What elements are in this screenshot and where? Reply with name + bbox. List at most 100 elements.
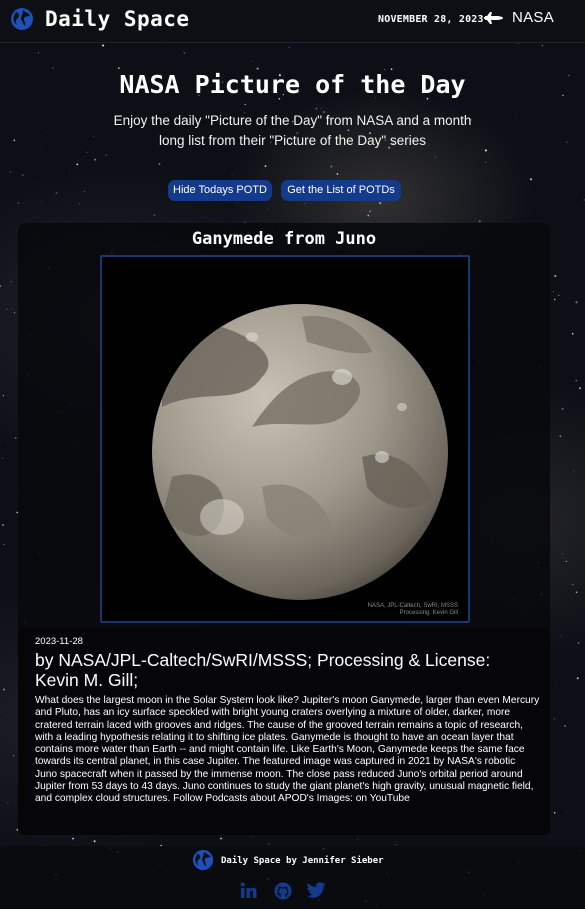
star — [264, 165, 267, 168]
footer-brand: Daily Space by Jennifer Sieber — [192, 849, 384, 871]
star — [434, 156, 437, 158]
star — [560, 768, 562, 770]
linkedin-link[interactable] — [240, 882, 257, 899]
image-credit-line2: Processing: Kevin Gill — [400, 610, 458, 616]
star — [575, 591, 578, 593]
footer-text: Daily Space by Jennifer Sieber — [221, 856, 384, 866]
star — [7, 222, 9, 224]
star — [577, 642, 580, 644]
potd-explanation: What does the largest moon in the Solar … — [35, 695, 540, 805]
star — [105, 154, 108, 157]
star — [293, 58, 294, 60]
star — [569, 161, 571, 162]
current-date: NOVEMBER 28, 2023 — [378, 14, 484, 25]
star — [47, 130, 49, 132]
star — [86, 837, 88, 839]
star — [571, 332, 574, 335]
star — [158, 163, 161, 165]
star — [6, 716, 7, 718]
star — [7, 802, 9, 804]
star — [576, 677, 579, 680]
star — [320, 107, 322, 109]
star — [565, 560, 567, 563]
shuttle-icon — [484, 11, 503, 24]
star — [478, 220, 481, 223]
star — [117, 67, 120, 70]
star — [367, 214, 370, 217]
star — [78, 202, 81, 205]
page-title: NASA Picture of the Day — [119, 70, 466, 99]
star — [83, 190, 86, 193]
twitter-link[interactable] — [307, 882, 326, 898]
star — [17, 201, 20, 204]
star — [336, 173, 339, 175]
star — [0, 285, 2, 287]
star — [554, 275, 557, 277]
top-navbar: Daily Space NOVEMBER 28, 2023 NASA — [0, 0, 585, 43]
star — [553, 718, 556, 720]
image-credit-line1: NASA, JPL-Caltech, SwRI, MSSS — [368, 603, 458, 609]
star — [379, 202, 382, 205]
star — [568, 259, 570, 260]
star — [529, 178, 533, 181]
star — [330, 165, 333, 168]
star — [561, 407, 564, 410]
star — [564, 724, 567, 728]
twitter-icon — [307, 882, 326, 898]
star — [2, 457, 4, 459]
star — [0, 442, 1, 444]
star — [541, 44, 544, 47]
nasa-link[interactable]: NASA — [484, 9, 554, 26]
star — [565, 141, 568, 143]
star — [236, 202, 238, 204]
star — [93, 840, 96, 843]
star — [10, 280, 13, 283]
star — [562, 553, 564, 555]
hide-potd-button[interactable]: Hide Todays POTD — [168, 180, 272, 201]
star — [268, 208, 269, 210]
star — [559, 435, 562, 438]
get-potd-list-button[interactable]: Get the List of POTDs — [281, 180, 401, 201]
star — [66, 199, 68, 201]
star — [553, 812, 556, 814]
ganymede-image: NASA, JPL-Caltech, SwRI, MSSS Processing… — [102, 257, 468, 621]
star — [14, 437, 17, 440]
star — [553, 298, 556, 301]
star — [81, 148, 82, 149]
github-link[interactable] — [274, 882, 292, 900]
star — [572, 583, 574, 586]
star — [583, 199, 585, 201]
star — [3, 688, 6, 691]
star — [102, 44, 105, 47]
star — [44, 99, 45, 100]
star — [13, 755, 15, 757]
star — [357, 838, 358, 840]
star — [68, 172, 70, 174]
star — [555, 687, 557, 688]
page-subtitle: Enjoy the daily "Picture of the Day" fro… — [113, 113, 472, 148]
star — [558, 294, 560, 296]
star — [86, 151, 88, 153]
star — [55, 192, 58, 194]
star — [21, 174, 24, 177]
potd-title: Ganymede from Juno — [191, 229, 377, 249]
star — [369, 210, 371, 213]
star — [72, 837, 74, 840]
potd-credit: by NASA/JPL-Caltech/SwRI/MSSS; Processin… — [35, 650, 491, 690]
star — [2, 394, 5, 397]
star — [9, 171, 12, 173]
star — [3, 543, 5, 546]
star — [268, 843, 270, 845]
star — [183, 52, 186, 54]
star — [575, 301, 578, 304]
star — [578, 387, 582, 390]
star — [573, 470, 575, 472]
star — [193, 173, 195, 175]
star — [565, 811, 567, 813]
star — [52, 66, 54, 69]
brand-link[interactable]: Daily Space — [10, 7, 190, 31]
linkedin-icon — [240, 882, 257, 898]
star — [13, 312, 16, 314]
star — [92, 135, 94, 137]
star — [575, 379, 578, 382]
